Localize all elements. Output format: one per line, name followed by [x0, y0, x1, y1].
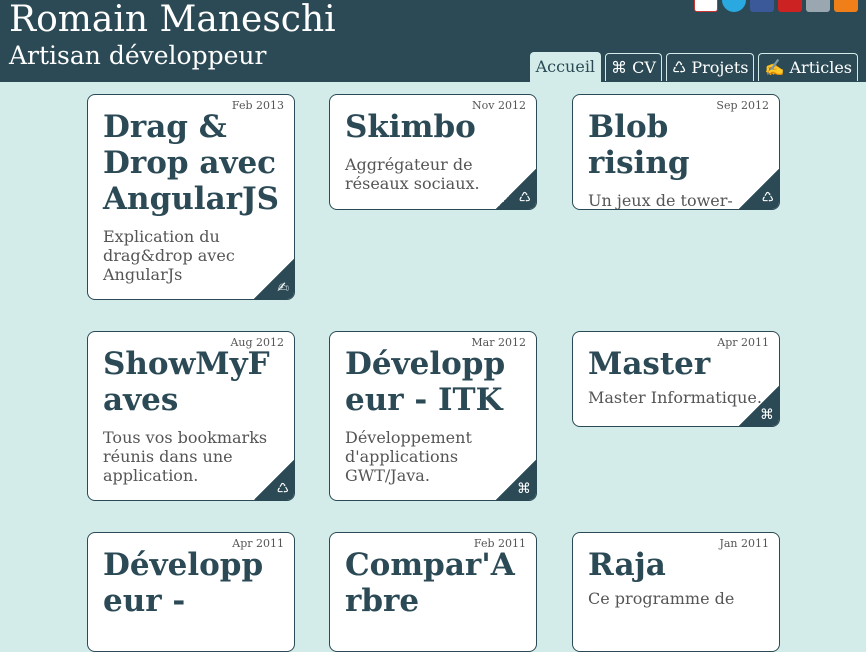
card-blob-rising[interactable]: Sep 2012 Blob rising Un jeux de tower-dé… [572, 94, 780, 210]
card-title[interactable]: Skimbo [345, 109, 524, 145]
card-date: Nov 2012 [472, 99, 526, 112]
card-drag-drop-angularjs[interactable]: Feb 2013 Drag & Drop avec AngularJS Expl… [87, 94, 295, 300]
project-icon: ♺ [276, 481, 289, 497]
project-icon: ♺ [518, 190, 531, 206]
card-title[interactable]: Drag & Drop avec AngularJS [103, 109, 282, 217]
card-developpeur[interactable]: Apr 2011 Développeur - [87, 532, 295, 652]
blogger-icon[interactable] [806, 0, 830, 12]
article-corner: ✍ [254, 259, 294, 299]
tab-accueil[interactable]: Accueil [529, 52, 602, 82]
site-header: Romain Maneschi Artisan développeur Accu… [0, 0, 866, 82]
tab-projets[interactable]: ♺ Projets [665, 53, 755, 81]
project-corner: ♺ [496, 169, 536, 209]
card-title[interactable]: ShowMyFaves [103, 346, 282, 418]
scribd-icon[interactable] [778, 0, 802, 12]
card-date: Feb 2011 [473, 537, 526, 550]
twitter-icon[interactable] [722, 0, 746, 12]
card-title[interactable]: Développeur - [103, 547, 282, 619]
main-nav: Accueil ⌘ CV ♺ Projets ✍ Articles [529, 52, 858, 82]
card-date: Jan 2011 [719, 537, 769, 550]
facebook-icon[interactable] [750, 0, 774, 12]
project-icon: ♺ [761, 190, 774, 206]
card-comparabre[interactable]: Feb 2011 Compar'Arbre [329, 532, 537, 652]
rss-icon[interactable] [834, 0, 858, 12]
site-subtitle: Artisan développeur [9, 41, 267, 70]
site-title[interactable]: Romain Maneschi [9, 0, 336, 42]
card-raja[interactable]: Jan 2011 Raja Ce programme de [572, 532, 780, 652]
card-title[interactable]: Développeur - ITK [345, 346, 524, 418]
card-description: Ce programme de [588, 589, 735, 608]
cv-corner: ⌘ [739, 386, 779, 426]
card-skimbo[interactable]: Nov 2012 Skimbo Aggrégateur de réseaux s… [329, 94, 537, 210]
card-date: Mar 2012 [471, 336, 526, 349]
card-developpeur-itk[interactable]: Mar 2012 Développeur - ITK Développement… [329, 331, 537, 501]
card-title[interactable]: Master [588, 346, 767, 382]
card-title[interactable]: Compar'Arbre [345, 547, 524, 619]
tab-articles[interactable]: ✍ Articles [758, 53, 858, 81]
project-corner: ♺ [739, 169, 779, 209]
command-icon: ⌘ [760, 407, 774, 423]
card-date: Aug 2012 [230, 336, 284, 349]
command-icon: ⌘ [517, 481, 531, 497]
tab-cv[interactable]: ⌘ CV [605, 53, 662, 81]
card-master[interactable]: Apr 2011 Master Master Informatique. ⌘ [572, 331, 780, 427]
article-icon: ✍ [277, 280, 289, 296]
card-date: Apr 2011 [717, 336, 769, 349]
cv-corner: ⌘ [496, 460, 536, 500]
card-date: Sep 2012 [716, 99, 769, 112]
project-corner: ♺ [254, 460, 294, 500]
card-date: Apr 2011 [232, 537, 284, 550]
cv-icon[interactable] [694, 0, 718, 12]
card-date: Feb 2013 [231, 99, 284, 112]
card-title[interactable]: Raja [588, 547, 767, 583]
social-links [694, 0, 858, 16]
card-showmyfaves[interactable]: Aug 2012 ShowMyFaves Tous vos bookmarks … [87, 331, 295, 501]
